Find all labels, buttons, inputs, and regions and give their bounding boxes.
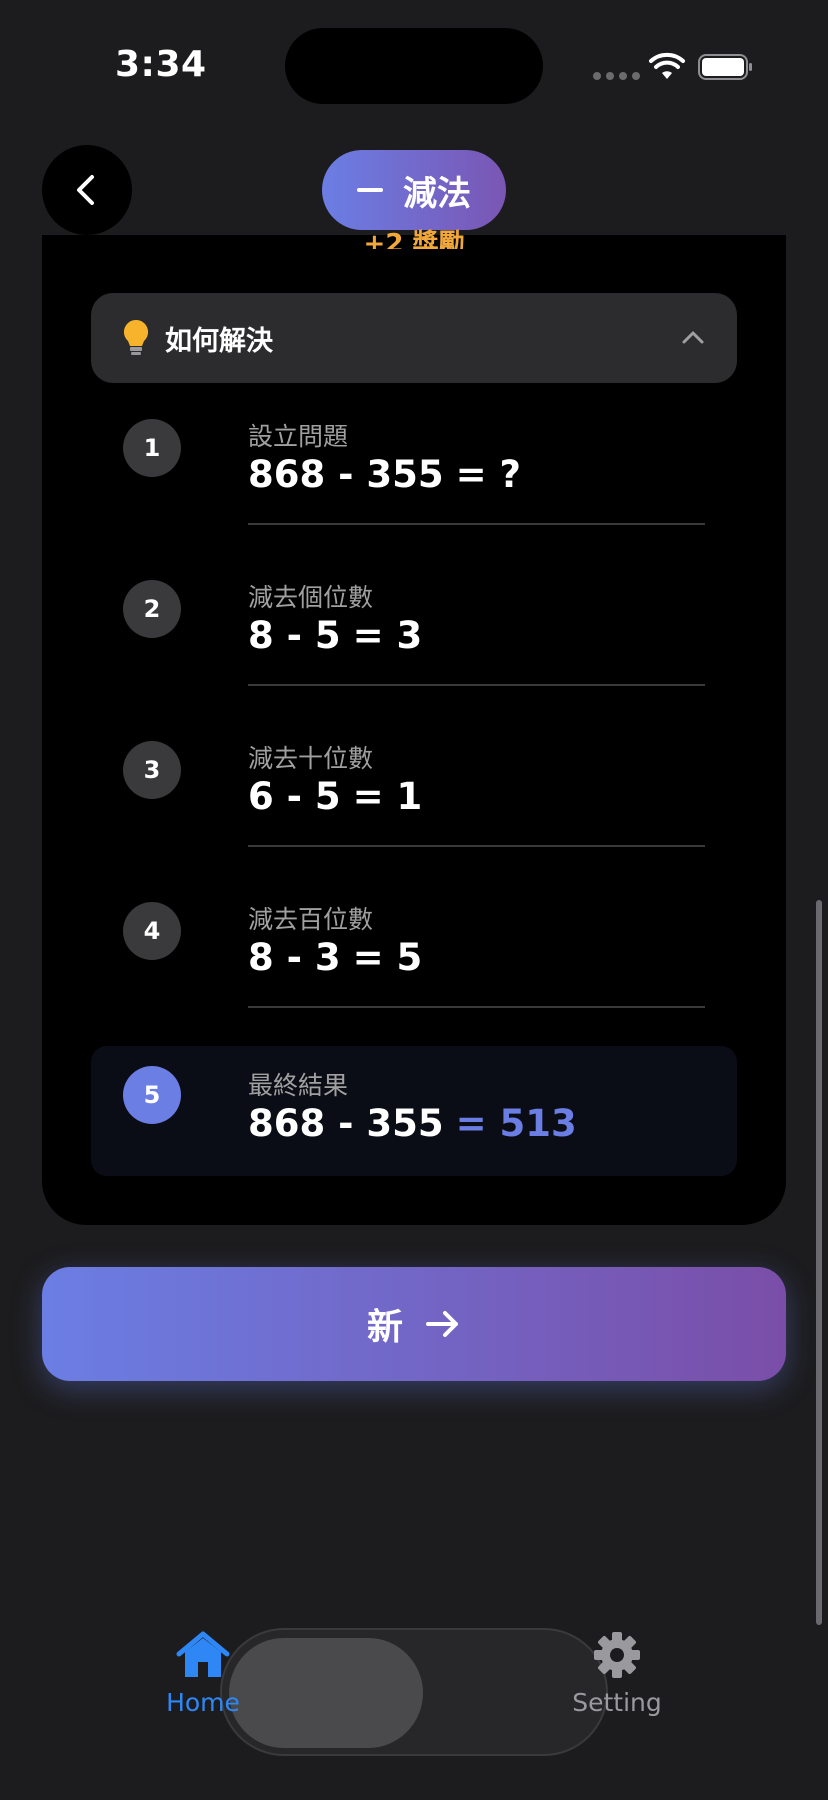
arrow-right-icon bbox=[426, 1311, 458, 1337]
cellular-signal-icon bbox=[593, 72, 640, 80]
solution-step: 4 減去百位數 8 - 3 = 5 bbox=[91, 888, 737, 1018]
wifi-icon bbox=[649, 52, 685, 79]
step-expression: 868 - 355 bbox=[248, 453, 444, 496]
step-expression: 868 - 355 bbox=[248, 1102, 444, 1145]
step-equation: 868 - 355 = ? bbox=[248, 453, 521, 496]
step-divider bbox=[248, 1006, 705, 1008]
solution-card: +2 獎勵 如何解決 1 設立問題 868 - 355 = ? 2 減去個位數 8… bbox=[42, 229, 786, 1225]
lightbulb-icon bbox=[123, 319, 149, 355]
step-divider bbox=[248, 523, 705, 525]
step-result: = 5 bbox=[352, 936, 423, 979]
minus-icon bbox=[357, 188, 383, 192]
new-problem-button[interactable]: 新 bbox=[42, 1267, 786, 1381]
step-result: = ? bbox=[455, 453, 521, 496]
page-title: 減法 bbox=[403, 173, 471, 214]
reward-text: +2 獎勵 bbox=[363, 229, 465, 249]
step-result: = 1 bbox=[352, 775, 423, 818]
scroll-indicator[interactable] bbox=[816, 900, 822, 1625]
operation-title-pill: 減法 bbox=[322, 150, 506, 230]
solution-step: 2 減去個位數 8 - 5 = 3 bbox=[91, 566, 737, 696]
how-to-solve-label: 如何解決 bbox=[165, 325, 273, 357]
tab-setting-label: Setting bbox=[572, 1688, 662, 1717]
battery-icon bbox=[698, 54, 752, 80]
tab-setting[interactable]: Setting bbox=[557, 1630, 677, 1717]
dynamic-island bbox=[285, 28, 543, 104]
step-equation: 8 - 5 = 3 bbox=[248, 614, 422, 657]
final-result-step: 5 最終結果 868 - 355 = 513 bbox=[91, 1046, 737, 1176]
step-equation: 868 - 355 = 513 bbox=[248, 1102, 577, 1145]
step-expression: 8 - 5 bbox=[248, 614, 341, 657]
chevron-left-icon bbox=[77, 175, 94, 205]
status-time: 3:34 bbox=[115, 44, 207, 85]
step-title: 減去十位數 bbox=[248, 744, 374, 773]
step-result: = 3 bbox=[352, 614, 423, 657]
solution-step: 3 減去十位數 6 - 5 = 1 bbox=[91, 727, 737, 857]
step-divider bbox=[248, 684, 705, 686]
back-button[interactable] bbox=[42, 145, 132, 235]
new-problem-label: 新 bbox=[366, 1307, 403, 1348]
tab-home[interactable]: Home bbox=[143, 1630, 263, 1717]
step-number-badge: 5 bbox=[123, 1066, 181, 1124]
chevron-up-icon bbox=[682, 331, 704, 344]
step-expression: 6 - 5 bbox=[248, 775, 341, 818]
step-divider bbox=[248, 845, 705, 847]
step-title: 減去百位數 bbox=[248, 905, 374, 934]
screen: 3:34 減法 +2 獎勵 如何解決 1 設立問題 868 - 355 = ? … bbox=[0, 0, 828, 1800]
step-equation: 6 - 5 = 1 bbox=[248, 775, 422, 818]
step-title: 最終結果 bbox=[248, 1071, 349, 1100]
step-equation: 8 - 3 = 5 bbox=[248, 936, 422, 979]
step-number-badge: 3 bbox=[123, 741, 181, 799]
step-title: 減去個位數 bbox=[248, 583, 374, 612]
step-number-badge: 1 bbox=[123, 419, 181, 477]
step-expression: 8 - 3 bbox=[248, 936, 341, 979]
house-icon bbox=[176, 1631, 230, 1677]
step-number-badge: 2 bbox=[123, 580, 181, 638]
final-result-value: = 513 bbox=[455, 1102, 577, 1145]
step-number-badge: 4 bbox=[123, 902, 181, 960]
solution-step: 1 設立問題 868 - 355 = ? bbox=[91, 405, 737, 535]
how-to-solve-toggle[interactable]: 如何解決 bbox=[91, 293, 737, 383]
gear-icon bbox=[594, 1632, 640, 1678]
step-title: 設立問題 bbox=[248, 422, 349, 451]
tab-home-label: Home bbox=[166, 1688, 240, 1717]
